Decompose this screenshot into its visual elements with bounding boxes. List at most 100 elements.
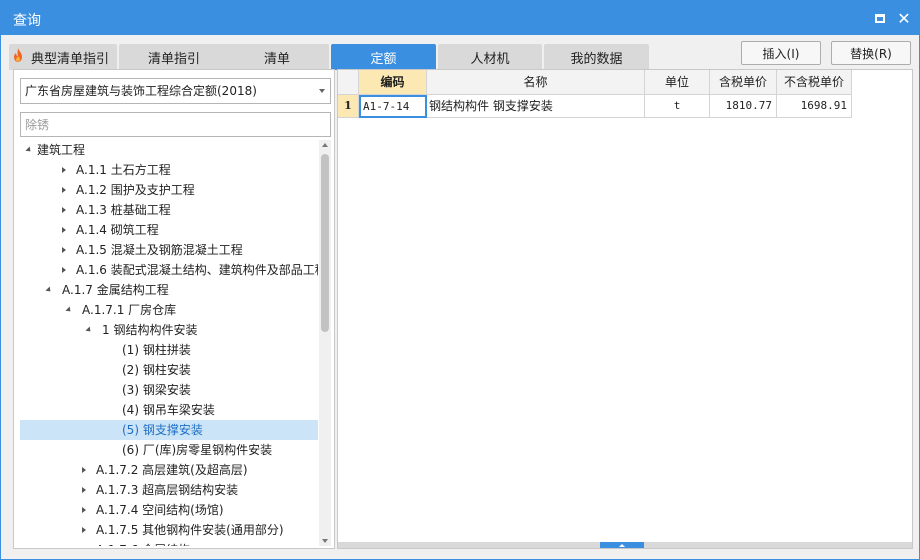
column-header-price-notax[interactable]: 不含税单价 [777,70,852,95]
chevron-down-icon [319,89,325,93]
tree-node-label: 建筑工程 [37,143,86,157]
replace-button[interactable]: 替换(R) [831,41,911,65]
tab-labor-material-machine[interactable]: 人材机 [438,44,542,70]
collapse-arrow-icon[interactable] [85,326,93,334]
tab-label: 典型清单指引 [30,51,109,67]
tree-node[interactable]: A.1.7.4 空间结构(场馆) [20,500,318,520]
tree-node-label: A.1.5 混凝土及钢筋混凝土工程 [76,243,243,257]
tree-node[interactable]: 1 钢结构构件安装 [20,320,318,340]
scroll-down-icon[interactable] [322,539,328,543]
expand-arrow-icon[interactable] [62,267,66,273]
column-header-name[interactable]: 名称 [427,70,645,95]
expand-arrow-icon[interactable] [82,527,86,533]
maximize-icon[interactable] [871,9,889,27]
insert-button[interactable]: 插入(I) [741,41,821,65]
tab-bill[interactable]: 清单 [225,44,329,70]
query-window: 查询 ✕ 典型清单指引 清单指引 清单 定额 人材机 我的数据 插入(I) 替换… [0,0,920,560]
row-price-tax[interactable]: 1810.77 [710,95,777,118]
tree-node-label: 1 钢结构构件安装 [102,323,198,337]
tree-node-label: A.1.7 金属结构工程 [62,283,169,297]
tree-node-label: A.1.3 桩基础工程 [76,203,171,217]
tree-node-label: A.1.7.6 金属结构... [96,540,202,546]
tab-my-data[interactable]: 我的数据 [544,44,649,70]
tree-node-label: A.1.6 装配式混凝土结构、建筑构件及部品工程 [76,263,318,277]
tree-node-label: A.1.7.5 其他钢构件安装(通用部分) [96,523,284,537]
expand-arrow-icon[interactable] [62,167,66,173]
expand-arrow-icon[interactable] [62,247,66,253]
tree-node-label: A.1.4 砌筑工程 [76,223,159,237]
expand-arrow-icon[interactable] [82,507,86,513]
collapse-arrow-icon[interactable] [25,146,33,154]
tree-node[interactable]: A.1.4 砌筑工程 [20,220,318,240]
tree-scrollbar[interactable] [319,140,331,546]
tree-node-label: A.1.7.1 厂房仓库 [82,303,177,317]
chapter-tree: 建筑工程 A.1.1 土石方工程 A.1.2 围护及支护工程 A.1.3 桩基础工程 A… [20,140,318,546]
collapse-arrow-icon[interactable] [45,286,53,294]
tree-node-label: A.1.1 土石方工程 [76,163,171,177]
tree-node[interactable]: (4) 钢吊车梁安装 [20,400,318,420]
tree-node-label: (2) 钢柱安装 [122,363,191,377]
tree-node[interactable]: A.1.7.5 其他钢构件安装(通用部分) [20,520,318,540]
tree-node-label: (5) 钢支撑安装 [122,423,203,437]
tree-node-label: (1) 钢柱拼装 [122,343,191,357]
tree-node-label: (6) 厂(库)房零星钢构件安装 [122,443,273,457]
tree-node[interactable]: A.1.2 围护及支护工程 [20,180,318,200]
row-price-notax[interactable]: 1698.91 [777,95,852,118]
tree-node[interactable]: (2) 钢柱安装 [20,360,318,380]
close-icon[interactable]: ✕ [895,9,913,28]
tree-node-label: (4) 钢吊车梁安装 [122,403,215,417]
tree-node[interactable]: A.1.1 土石方工程 [20,160,318,180]
tree-node[interactable]: A.1.6 装配式混凝土结构、建筑构件及部品工程 [20,260,318,280]
quota-library-value: 广东省房屋建筑与装饰工程综合定额(2018) [25,84,257,98]
grid-corner [338,70,359,95]
tree-node[interactable]: A.1.7.2 高层建筑(及超高层) [20,460,318,480]
row-code[interactable]: A1-7-14 [359,95,427,118]
tree-node-label: A.1.7.4 空间结构(场馆) [96,503,224,517]
tree-node[interactable]: A.1.7.1 厂房仓库 [20,300,318,320]
tree-node[interactable]: (5) 钢支撑安装 [20,420,318,440]
tree-node[interactable]: 建筑工程 [20,140,318,160]
search-input[interactable] [20,112,331,137]
tree-node[interactable]: A.1.7.3 超高层钢结构安装 [20,480,318,500]
expand-arrow-icon[interactable] [62,227,66,233]
expand-arrow-icon[interactable] [62,207,66,213]
title-bar[interactable]: 查询 ✕ [1,1,919,35]
collapse-arrow-icon[interactable] [65,306,73,314]
tree-node[interactable]: (1) 钢柱拼装 [20,340,318,360]
tab-label: 我的数据 [570,51,623,67]
dialog-body: 典型清单指引 清单指引 清单 定额 人材机 我的数据 插入(I) 替换(R) 广… [1,35,919,559]
quota-grid-panel: 编码 名称 单位 含税单价 不含税单价 1 A1-7-14 钢结构构件 钢支撑安… [337,69,913,549]
tab-typical-bill-guide[interactable]: 典型清单指引 [9,44,117,70]
tree-node[interactable]: A.1.7.6 金属结构... [20,540,318,546]
row-name[interactable]: 钢结构构件 钢支撑安装 [427,95,645,118]
window-title: 查询 [13,13,41,29]
tab-label: 清单 [263,51,290,67]
tree-node-label: A.1.7.2 高层建筑(及超高层) [96,463,248,477]
splitter-handle[interactable] [600,542,644,548]
column-header-price-tax[interactable]: 含税单价 [710,70,777,95]
tree-node[interactable]: A.1.7 金属结构工程 [20,280,318,300]
tab-quota[interactable]: 定额 [331,44,436,70]
column-header-unit[interactable]: 单位 [645,70,710,95]
tree-node[interactable]: A.1.3 桩基础工程 [20,200,318,220]
tree-node[interactable]: (3) 钢梁安装 [20,380,318,400]
fire-icon [14,48,22,62]
quota-library-select[interactable]: 广东省房屋建筑与装饰工程综合定额(2018) [20,78,331,104]
column-header-code[interactable]: 编码 [359,70,427,95]
tab-bill-guide[interactable]: 清单指引 [119,44,229,70]
scroll-thumb[interactable] [321,154,329,332]
chevron-up-icon [619,543,625,547]
tree-node-label: A.1.2 围护及支护工程 [76,183,195,197]
scroll-up-icon[interactable] [322,143,328,147]
left-panel: 广东省房屋建筑与装饰工程综合定额(2018) 建筑工程 A.1.1 土石方工程 A.… [13,69,335,549]
expand-arrow-icon[interactable] [62,187,66,193]
tree-node[interactable]: (6) 厂(库)房零星钢构件安装 [20,440,318,460]
tree-node-label: A.1.7.3 超高层钢结构安装 [96,483,239,497]
row-unit[interactable]: t [645,95,710,118]
tree-node[interactable]: A.1.5 混凝土及钢筋混凝土工程 [20,240,318,260]
row-number[interactable]: 1 [338,95,359,118]
tab-label: 定额 [370,51,397,67]
expand-arrow-icon[interactable] [82,467,86,473]
tab-label: 人材机 [470,51,510,67]
expand-arrow-icon[interactable] [82,487,86,493]
